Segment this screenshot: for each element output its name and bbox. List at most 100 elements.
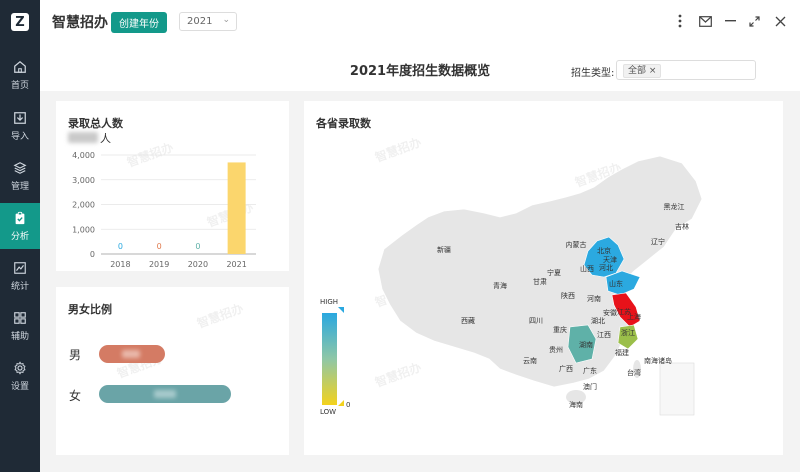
province-label[interactable]: 甘肃 [533,277,547,286]
province-label[interactable]: 山西 [580,264,594,273]
more-vertical-icon [678,14,682,28]
sidebar-item-statistics[interactable]: 统计 [0,253,40,299]
province-label[interactable]: 安徽 [603,308,617,317]
x-tick-label: 2020 [188,260,208,269]
app-logo: Z [0,0,40,44]
blurred-male-count [122,350,140,358]
sidebar-item-import[interactable]: 导入 [0,103,40,149]
province-label[interactable]: 海南 [569,400,583,409]
year-select[interactable]: 2021 ⌄ [179,12,237,31]
sidebar-item-label: 首页 [10,80,29,91]
year-select-value: 2021 [187,16,213,27]
tag-close-icon[interactable]: × [649,66,657,76]
sidebar-item-label: 设置 [10,381,29,392]
home-icon [14,60,26,73]
province-label[interactable]: 陕西 [561,291,575,300]
data-label: 0 [157,242,162,251]
admissions-bar-chart: 0 1,000 2,000 3,000 4,000 2018 0 2019 0 2020 0 2021 [72,151,256,269]
province-label[interactable]: 云南 [523,356,537,365]
chevron-down-icon: ⌄ [222,15,230,25]
province-label[interactable]: 辽宁 [651,237,665,246]
male-label: 男 [69,348,82,362]
expand-icon [748,15,760,27]
province-label[interactable]: 河南 [587,294,601,303]
maximize-button[interactable] [744,11,764,31]
province-label[interactable]: 湖南 [579,340,593,349]
y-tick-label: 2,000 [72,201,95,210]
layers-icon [13,161,27,174]
province-label[interactable]: 澳门 [583,382,597,391]
sidebar-item-analysis[interactable]: 分析 [0,203,40,249]
province-label[interactable]: 江西 [597,331,611,339]
filter-tag-label: 全部 [628,66,647,76]
overview-header: 2021年度招生数据概览 招生类型: 全部 × [40,44,800,91]
filter-tag[interactable]: 全部 × [623,64,662,78]
province-label[interactable]: 天津 [603,256,617,264]
map-region-base [377,155,703,388]
province-label[interactable]: 广东 [583,366,597,375]
app-title: 智慧招办 [52,15,108,31]
bar[interactable] [227,162,246,254]
female-label: 女 [69,389,82,403]
province-label[interactable]: 宁夏 [547,268,561,277]
province-label[interactable]: 上海 [627,312,641,321]
province-label[interactable]: 重庆 [553,325,567,334]
y-tick-label: 4,000 [72,151,95,160]
province-label[interactable]: 黑龙江 [664,202,685,211]
sidebar-item-label: 导入 [10,131,29,142]
province-map-card: 各省录取数 智慧招办 智慧招办 智慧招办 智慧招办 智慧招办 HIGH 0 LO… [304,101,783,455]
line-chart-icon [14,261,26,274]
sidebar-item-label: 分析 [10,231,29,242]
province-label[interactable]: 浙江 [621,328,635,337]
male-ratio-bar [99,345,165,363]
province-label[interactable]: 南海诸岛 [644,356,672,365]
province-label[interactable]: 贵州 [549,345,563,354]
clipboard-icon [15,211,25,224]
province-label[interactable]: 台湾 [627,368,641,377]
province-label[interactable]: 吉林 [675,222,689,231]
top-bar: 智慧招办 创建年份 2021 ⌄ [40,0,800,45]
blurred-female-count [154,390,176,398]
sidebar-item-assist[interactable]: 辅助 [0,303,40,349]
province-label[interactable]: 四川 [529,317,543,325]
y-tick-label: 3,000 [72,176,95,185]
close-icon [775,16,785,26]
logo-icon: Z [11,13,29,31]
china-map: 黑龙江吉林辽宁内蒙古新疆宁夏 山西 河北北京天津青海 甘肃 山东陕西 河南江苏安徽 上海西藏… [377,155,703,416]
y-tick-label: 1,000 [72,225,95,234]
sidebar-item-manage[interactable]: 管理 [0,153,40,199]
province-label[interactable]: 河北 [599,264,613,272]
province-label[interactable]: 青海 [493,281,507,290]
province-label[interactable]: 广西 [559,364,573,373]
enrollment-type-select[interactable]: 全部 × [616,60,756,80]
sidebar-item-label: 统计 [10,281,29,292]
x-tick-label: 2018 [110,260,130,269]
south-sea-inset [659,362,695,416]
import-icon [14,111,26,124]
province-label[interactable]: 北京 [597,246,611,255]
minimize-button[interactable] [720,11,740,31]
data-label: 0 [195,242,200,251]
sidebar-item-label: 辅助 [10,331,29,342]
sidebar-item-home[interactable]: 首页 [0,52,40,98]
close-button[interactable] [770,11,790,31]
data-label: 0 [118,242,123,251]
watermark: 智慧招办 [195,301,246,331]
sidebar: Z 首页 导入 管理 分析 统计 辅助 设置 [0,0,40,472]
more-menu-button[interactable] [670,11,690,31]
total-admissions-card: 录取总人数 人 智慧招办 智慧招办 01,0002,0003,0004,0002… [56,101,289,271]
grid-icon [14,311,26,324]
province-label[interactable]: 内蒙古 [566,240,587,249]
province-label[interactable]: 新疆 [437,245,451,254]
y-tick-label: 0 [90,250,95,259]
x-tick-label: 2021 [226,260,246,269]
minimize-icon [724,20,736,22]
province-label[interactable]: 湖北 [591,316,605,325]
x-tick-label: 2019 [149,260,169,269]
mail-button[interactable] [695,11,715,31]
sidebar-item-settings[interactable]: 设置 [0,353,40,399]
province-label[interactable]: 西藏 [461,316,475,325]
province-label[interactable]: 山东 [609,279,623,288]
create-year-button[interactable]: 创建年份 [111,12,167,33]
province-label[interactable]: 福建 [615,348,629,357]
